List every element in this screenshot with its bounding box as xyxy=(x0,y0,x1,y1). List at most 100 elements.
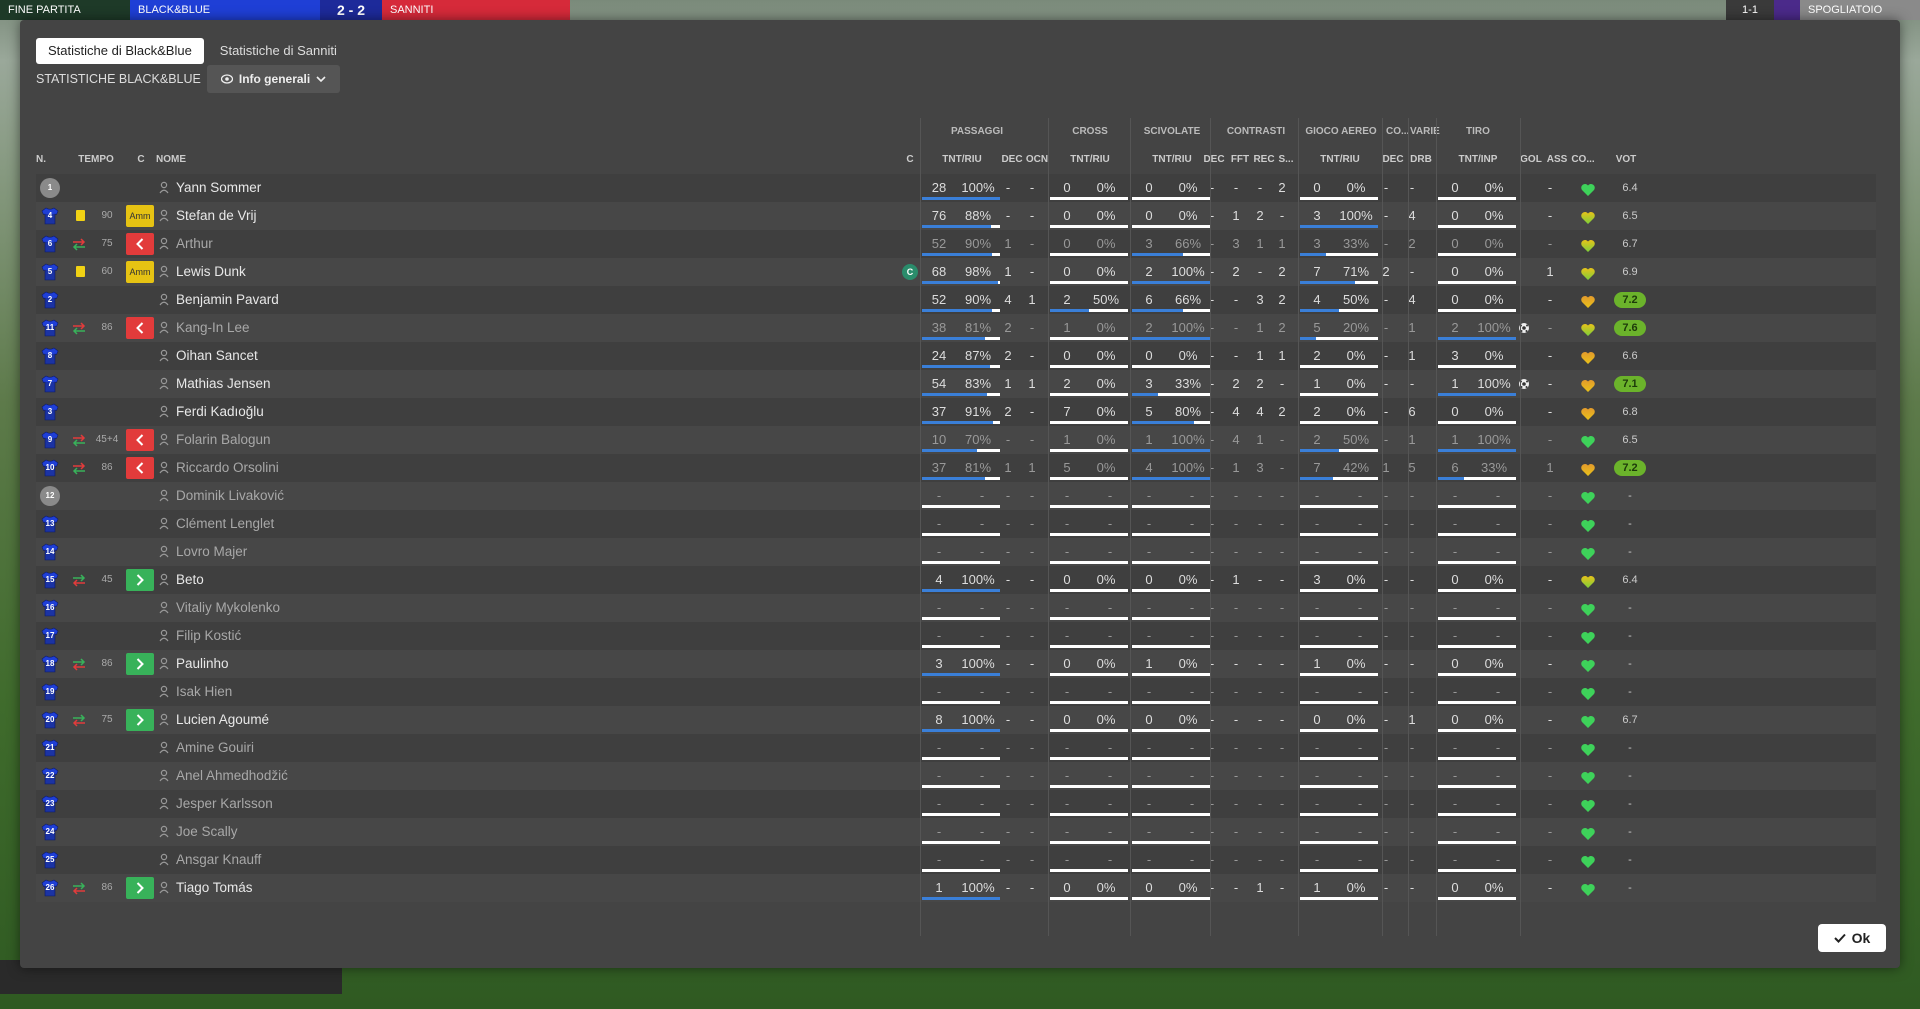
player-row[interactable]: 22 Anel Ahmedhodžić - - - - - - - - - - - - - - - - - - - - xyxy=(36,762,1876,790)
player-row[interactable]: 12 Dominik Livaković - - - - - - - - - - - - - - - - - - - - xyxy=(36,482,1876,510)
player-row[interactable]: 18 86 Paulinho 3 100% - -0 0% 1 0% - - - -1 0% - -0 0% - - xyxy=(36,650,1876,678)
player-name[interactable]: Filip Kostić xyxy=(176,622,241,650)
player-name[interactable]: Vitaliy Mykolenko xyxy=(176,594,280,622)
column-header-codec[interactable]: DEC xyxy=(1380,154,1406,165)
player-row[interactable]: 3 Ferdi Kadıoğlu 37 91% 2-7 0% 5 80% -4 4 2 2 0% -6 0 0… xyxy=(36,398,1876,426)
player-row[interactable]: 17 Filip Kostić - - - - - - - - - - - - - - - - - - - - xyxy=(36,622,1876,650)
stat-empty: - xyxy=(1547,824,1553,839)
player-name[interactable]: Beto xyxy=(176,566,204,594)
column-header-cdec[interactable]: DEC xyxy=(1202,154,1226,165)
stat-rec: 4 xyxy=(1256,404,1264,419)
stat-bar-fill xyxy=(922,421,993,424)
tab-black-blue[interactable]: Statistiche di Black&Blue xyxy=(36,38,204,64)
stat-bar xyxy=(1132,729,1210,732)
column-header-vot[interactable]: VOT xyxy=(1606,154,1646,165)
column-header-rec[interactable]: REC xyxy=(1252,154,1276,165)
player-row[interactable]: 19 Isak Hien - - - - - - - - - - - - - - - - - - - - xyxy=(36,678,1876,706)
player-name[interactable]: Yann Sommer xyxy=(176,174,261,202)
stat-empty: - xyxy=(1409,544,1415,559)
player-row[interactable]: 6 75 Arthur 52 90% 1-0 0% 3 66% -3 1 1 3 33% -2 0 0% -6.7 xyxy=(36,230,1876,258)
player-name[interactable]: Folarin Balogun xyxy=(176,426,271,454)
stat-cdec: - xyxy=(1209,292,1215,307)
stat-bar xyxy=(1132,757,1210,760)
player-name[interactable]: Lucien Agoumé xyxy=(176,706,269,734)
stat-ass: - xyxy=(1547,656,1553,671)
stat-codec: - xyxy=(1383,292,1389,307)
player-name[interactable]: Benjamin Pavard xyxy=(176,286,279,314)
player-name[interactable]: Ansgar Knauff xyxy=(176,846,261,874)
column-header-drb[interactable]: DRB xyxy=(1408,154,1434,165)
topbar-dressing-room[interactable]: SPOGLIATOIO xyxy=(1800,0,1920,20)
stat-drb: - xyxy=(1409,180,1415,195)
ok-button[interactable]: Ok xyxy=(1818,924,1886,952)
player-name[interactable]: Kang-In Lee xyxy=(176,314,250,342)
player-name[interactable]: Isak Hien xyxy=(176,678,232,706)
player-name[interactable]: Tiago Tomás xyxy=(176,874,253,902)
stat-bar xyxy=(1438,505,1516,508)
stat-bar-fill xyxy=(922,309,993,312)
player-row[interactable]: 11 86 Kang-In Lee 38 81% 2-1 0% 2 100% - -1 2 5 20% -1… xyxy=(36,314,1876,342)
player-row[interactable]: 24 Joe Scally - - - - - - - - - - - - - - - - - - - - xyxy=(36,818,1876,846)
player-row[interactable]: 7 Mathias Jensen 54 83% 1 1 2 0% 3 33% -2 2-1 0% - -1 1… xyxy=(36,370,1876,398)
player-name[interactable]: Ferdi Kadıoğlu xyxy=(176,398,264,426)
player-name[interactable]: Riccardo Orsolini xyxy=(176,454,279,482)
column-header-gol[interactable]: GOL xyxy=(1518,154,1544,165)
player-row[interactable]: 26 86 Tiago Tomás 1 100% - -0 0% 0 0% - -1-1 0% - -0 0%… xyxy=(36,874,1876,902)
stat-bar xyxy=(1050,225,1128,228)
column-header-c2[interactable]: C xyxy=(898,154,922,165)
tab-sanniti[interactable]: Statistiche di Sanniti xyxy=(208,38,349,64)
stat-fft: 2 xyxy=(1232,264,1240,279)
player-name[interactable]: Joe Scally xyxy=(176,818,238,846)
column-header-num[interactable]: N. xyxy=(36,154,56,165)
player-name[interactable]: Anel Ahmedhodžić xyxy=(176,762,288,790)
stat-bar xyxy=(1132,449,1210,452)
column-header-ocn[interactable]: OCN xyxy=(1024,154,1050,165)
column-header-aereo[interactable]: TNT/RIU xyxy=(1300,154,1380,165)
player-name[interactable]: Mathias Jensen xyxy=(176,370,271,398)
stat-ass: - xyxy=(1547,432,1553,447)
column-header-sciv[interactable]: TNT/RIU xyxy=(1132,154,1212,165)
player-row[interactable]: 25 Ansgar Knauff - - - - - - - - - - - - - - - - - - - - xyxy=(36,846,1876,874)
column-header-ass[interactable]: ASS xyxy=(1544,154,1570,165)
player-row[interactable]: 15 45 Beto 4 100% - -0 0% 0 0% -1- -3 0% - -0 0% -6.4 xyxy=(36,566,1876,594)
column-header-tiro[interactable]: TNT/INP xyxy=(1438,154,1518,165)
player-row[interactable]: 21 Amine Gouiri - - - - - - - - - - - - - - - - - - - - xyxy=(36,734,1876,762)
column-header-c[interactable]: C xyxy=(128,154,154,165)
player-row[interactable]: 13 Clément Lenglet - - - - - - - - - - - - - - - - - - - - xyxy=(36,510,1876,538)
column-header-dec1[interactable]: DEC xyxy=(1000,154,1024,165)
rating: 6.6 xyxy=(1622,350,1638,362)
player-row[interactable]: 14 Lovro Majer - - - - - - - - - - - - - - - - - - - - xyxy=(36,538,1876,566)
player-name[interactable]: Amine Gouiri xyxy=(176,734,254,762)
stat-empty: - xyxy=(1409,684,1415,699)
player-name[interactable]: Clément Lenglet xyxy=(176,510,274,538)
player-row[interactable]: 20 75 Lucien Agoumé 8 100% - -0 0% 0 0% - - - -0 0% -1 0… xyxy=(36,706,1876,734)
player-name[interactable]: Dominik Livaković xyxy=(176,482,284,510)
player-name[interactable]: Oihan Sancet xyxy=(176,342,258,370)
player-row[interactable]: 23 Jesper Karlsson - - - - - - - - - - - - - - - - - - - - xyxy=(36,790,1876,818)
player-row[interactable]: 10 86 Riccardo Orsolini 37 81% 1 1 5 0% 4 100% -1 3-… xyxy=(36,454,1876,482)
player-row[interactable]: 2 Benjamin Pavard 52 90% 4 1 2 50% 6 66% - -3 2 4 50% -… xyxy=(36,286,1876,314)
player-row[interactable]: 16 Vitaliy Mykolenko - - - - - - - - - - - - - - - - - - - - xyxy=(36,594,1876,622)
stat-bar xyxy=(1050,645,1128,648)
player-row[interactable]: 5 60 Amm Lewis Dunk C 68 98% 1-0 0% 2 100% -2-2 7 71%… xyxy=(36,258,1876,286)
player-name[interactable]: Lovro Majer xyxy=(176,538,247,566)
column-header-cross[interactable]: TNT/RIU xyxy=(1050,154,1130,165)
column-header-fft[interactable]: FFT xyxy=(1228,154,1252,165)
player-name[interactable]: Arthur xyxy=(176,230,213,258)
column-header-con[interactable]: CO... xyxy=(1568,154,1598,165)
player-row[interactable]: 9 45+4 Folarin Balogun 10 70% - -1 0% 1 100% -4 1-2… xyxy=(36,426,1876,454)
player-name[interactable]: Jesper Karlsson xyxy=(176,790,273,818)
stat-empty: - xyxy=(1279,544,1285,559)
view-dropdown[interactable]: Info generali xyxy=(206,65,341,93)
column-header-tempo[interactable]: TEMPO xyxy=(76,154,116,165)
player-name[interactable]: Paulinho xyxy=(176,650,229,678)
player-row[interactable]: 8 Oihan Sancet 24 87% 2-0 0% 0 0% - -1 1 2 0% -1 3 0% -6… xyxy=(36,342,1876,370)
column-header-s[interactable]: S... xyxy=(1276,154,1296,165)
player-name[interactable]: Lewis Dunk xyxy=(176,258,246,286)
person-icon xyxy=(159,314,169,342)
column-header-nome[interactable]: NOME xyxy=(156,154,256,165)
player-name[interactable]: Stefan de Vrij xyxy=(176,202,257,230)
player-row[interactable]: 1 Yann Sommer 28 100% - -0 0% 0 0% - - -2 0 0% - -0 0% -6… xyxy=(36,174,1876,202)
column-header-pass[interactable]: TNT/RIU xyxy=(922,154,1002,165)
player-row[interactable]: 4 90 Amm Stefan de Vrij 76 88% - -0 0% 0 0% -1 2-3 10… xyxy=(36,202,1876,230)
